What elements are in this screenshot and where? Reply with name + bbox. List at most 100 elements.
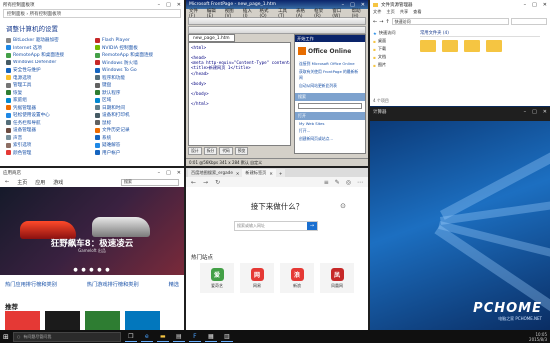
task-view-icon[interactable]: ❐	[124, 331, 137, 342]
control-panel-item[interactable]: 电源选项	[6, 75, 89, 81]
menu-item[interactable]: 帮助(H)	[352, 8, 365, 19]
explorer-search-input[interactable]	[511, 18, 547, 25]
control-panel-item[interactable]: 设备和打印机	[95, 112, 178, 118]
minimize-icon[interactable]: –	[158, 170, 161, 176]
store-search-input[interactable]: 搜索	[121, 178, 179, 186]
maximize-icon[interactable]: □	[532, 2, 537, 8]
close-icon[interactable]: ✕	[177, 170, 181, 176]
view-tab[interactable]: 设计	[188, 147, 202, 155]
more-icon[interactable]: ⋯	[357, 179, 363, 186]
calculator-titlebar[interactable]: 计算器 – □ ✕	[370, 107, 550, 116]
menu-item[interactable]: 格式(O)	[260, 8, 274, 19]
new-tab-button[interactable]: +	[275, 169, 286, 177]
window-divider[interactable]	[184, 0, 186, 330]
view-tab[interactable]: 代码	[219, 147, 233, 155]
control-panel-item[interactable]: Windows Defender	[6, 60, 89, 66]
maximize-icon[interactable]: □	[532, 109, 537, 115]
minimize-icon[interactable]: –	[524, 109, 527, 115]
control-panel-item[interactable]: 设备管理器	[6, 127, 89, 133]
control-panel-item[interactable]: BitLocker 驱动器加密	[6, 37, 89, 43]
control-panel-item[interactable]: 疑难解答	[95, 142, 178, 148]
edge-app-icon[interactable]: e	[140, 331, 153, 342]
control-panel-item[interactable]: 凭据管理器	[6, 105, 89, 111]
control-panel-item[interactable]: 家庭组	[6, 97, 89, 103]
close-icon[interactable]: ✕	[177, 2, 181, 8]
control-panel-item[interactable]: 用户帐户	[95, 150, 178, 156]
close-icon[interactable]: ✕	[269, 171, 273, 176]
share-icon[interactable]: ◎	[346, 179, 351, 186]
featured-link[interactable]: 精选	[169, 281, 179, 288]
app-tile[interactable]	[85, 311, 120, 330]
maximize-icon[interactable]: □	[166, 170, 171, 176]
task-pane-link[interactable]: 自动从网站更新此列表	[295, 82, 365, 90]
menu-item[interactable]: 编辑(E)	[207, 8, 220, 19]
control-panel-item[interactable]: 声音	[6, 135, 89, 141]
calculator-window[interactable]: 计算器 – □ ✕	[370, 107, 550, 121]
frontpage-window[interactable]: Microsoft FrontPage - new_page_1.htm – □ ✕…	[186, 0, 368, 166]
menu-item[interactable]: 框架(R)	[314, 8, 327, 19]
ribbon-tab[interactable]: 查看	[413, 9, 421, 16]
menu-item[interactable]: 工具(T)	[278, 8, 291, 19]
back-icon[interactable]: ←	[373, 19, 377, 25]
menu-item[interactable]: 视图(V)	[225, 8, 238, 19]
control-panel-item[interactable]: 区域	[95, 97, 178, 103]
folder-icon[interactable]	[420, 40, 436, 52]
ribbon-tab[interactable]: 共享	[400, 9, 408, 16]
user-icon[interactable]: ⊙	[340, 202, 346, 210]
search-go-icon[interactable]: →	[307, 222, 317, 230]
file-explorer-window[interactable]: 文件资源管理器 – □ ✕ 文件 主页 共享 查看 ← → ↑ 快速访问 ★ 快速访问 ▪ 桌面…	[370, 0, 550, 106]
view-tab[interactable]: 拆分	[203, 147, 218, 155]
explorer-titlebar[interactable]: 文件资源管理器 – □ ✕	[370, 0, 550, 9]
system-tray-clock[interactable]: 10:05 2015/8/3	[529, 332, 547, 342]
hot-site-tile[interactable]: 网网易	[240, 263, 274, 293]
maximize-icon[interactable]: □	[166, 2, 171, 8]
store-titlebar[interactable]: 应用商店 – □ ✕	[0, 168, 184, 177]
menu-item[interactable]: 插入(I)	[243, 8, 255, 19]
sidebar-item[interactable]: ▪ 文档	[373, 54, 417, 60]
back-icon[interactable]: ←	[5, 179, 9, 185]
window-divider[interactable]	[0, 166, 368, 168]
control-panel-address-bar[interactable]: 控制面板 › 所有控制面板项	[3, 9, 181, 18]
sidebar-item[interactable]: ▪ 图片	[373, 62, 417, 68]
task-pane-link[interactable]: 连接到 Microsoft Office Online	[295, 60, 365, 68]
close-icon[interactable]: ✕	[543, 2, 547, 8]
calculator-app-icon[interactable]: ▥	[220, 331, 233, 342]
control-panel-item[interactable]: 管理工具	[6, 82, 89, 88]
store-nav-apps[interactable]: 应用	[35, 179, 45, 186]
control-panel-item[interactable]: 轻松使用设置中心	[6, 112, 89, 118]
explorer-app-icon[interactable]: ▬	[156, 331, 169, 342]
control-panel-item[interactable]: 系统	[95, 135, 178, 141]
control-panel-item[interactable]: 日期和时间	[95, 105, 178, 111]
minimize-icon[interactable]: –	[158, 2, 161, 8]
edge-tab[interactable]: 百度地图搜索_ergade ✕	[188, 169, 243, 177]
folder-icon[interactable]	[486, 40, 502, 52]
control-panel-item[interactable]: Windows To Go	[95, 67, 178, 73]
frontpage-doc-tab[interactable]: new_page_1.htm	[188, 34, 235, 42]
reading-list-icon[interactable]: ≡	[324, 179, 329, 186]
menu-item[interactable]: 表格(A)	[296, 8, 309, 19]
control-panel-item[interactable]: 任务栏和导航	[6, 120, 89, 126]
notes-icon[interactable]: ✎	[335, 179, 340, 186]
control-panel-item[interactable]: Windows 防火墙	[95, 60, 178, 66]
control-panel-item[interactable]: Internet 选项	[6, 45, 89, 51]
control-panel-item[interactable]: 键盘	[95, 82, 178, 88]
ribbon-tab[interactable]: 主页	[386, 9, 394, 16]
task-pane-link[interactable]: 获取有关使用 FrontPage 的最新新闻	[295, 68, 365, 82]
frontpage-format-toolbar[interactable]	[188, 26, 366, 34]
refresh-icon[interactable]: ↻	[215, 179, 220, 186]
forward-icon[interactable]: →	[379, 19, 383, 25]
store-nav-games[interactable]: 游戏	[53, 179, 63, 186]
app-tile[interactable]	[125, 311, 160, 330]
cortana-search-input[interactable]: ○ 有问题尽管问我	[12, 331, 121, 342]
sidebar-item[interactable]: ★ 快速访问	[373, 30, 417, 36]
edge-window[interactable]: 百度地图搜索_ergade ✕ 新建标签页 ✕ + ← → ↻ ≡ ✎ ◎ ⋯ 接下…	[186, 168, 368, 330]
control-panel-app-icon[interactable]: ▦	[204, 331, 217, 342]
sidebar-item[interactable]: ▪ 桌面	[373, 38, 417, 44]
control-panel-item[interactable]: RemoteApp 和桌面连接	[6, 52, 89, 58]
control-panel-item[interactable]: 默认程序	[95, 90, 178, 96]
hot-site-tile[interactable]: 浪新浪	[280, 263, 314, 293]
frontpage-code-editor[interactable]: <html> <head> <meta http-equiv="Content-…	[188, 42, 291, 146]
window-divider[interactable]	[368, 0, 370, 330]
task-pane-file-link[interactable]: 打开...	[295, 127, 365, 135]
task-pane-search-input[interactable]	[298, 103, 362, 109]
